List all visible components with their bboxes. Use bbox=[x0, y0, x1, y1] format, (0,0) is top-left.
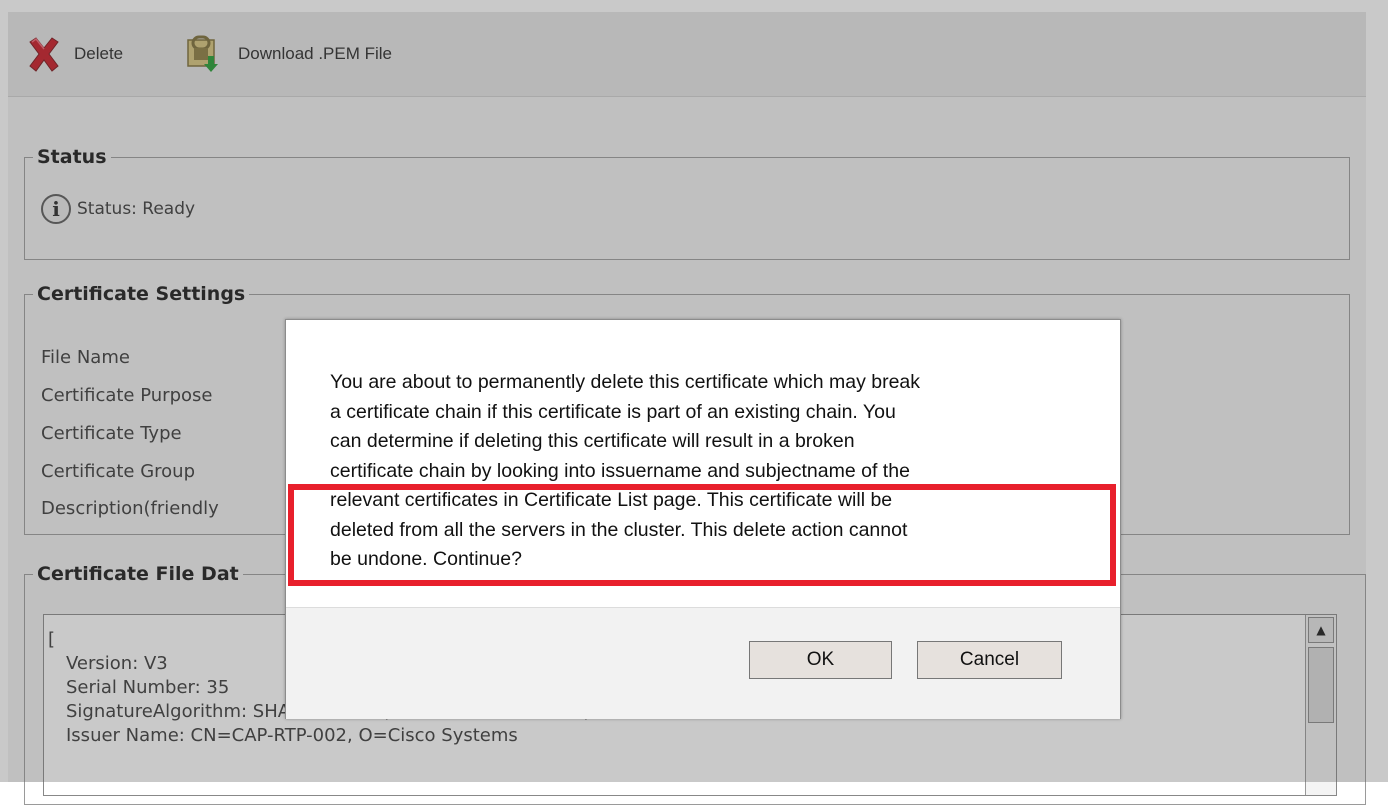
ok-button[interactable]: OK bbox=[749, 641, 892, 679]
dialog-message-line: certificate chain by looking into issuer… bbox=[330, 459, 910, 482]
dialog-message-line: relevant certificates in Certificate Lis… bbox=[330, 489, 893, 511]
dialog-message-line: deleted from all the servers in the clus… bbox=[330, 518, 908, 541]
dialog-message-line: be undone. Continue? bbox=[330, 548, 522, 570]
dialog-footer: OK Cancel bbox=[286, 607, 1120, 719]
confirm-delete-dialog: You are about to permanently delete this… bbox=[285, 319, 1121, 719]
cancel-button[interactable]: Cancel bbox=[917, 641, 1062, 679]
dialog-message-line: You are about to permanently delete this… bbox=[330, 371, 921, 393]
dialog-message-line: can determine if deleting this certifica… bbox=[330, 430, 855, 452]
dialog-message: You are about to permanently delete this… bbox=[330, 368, 1070, 575]
dialog-message-line: a certificate chain if this certificate … bbox=[330, 400, 896, 423]
